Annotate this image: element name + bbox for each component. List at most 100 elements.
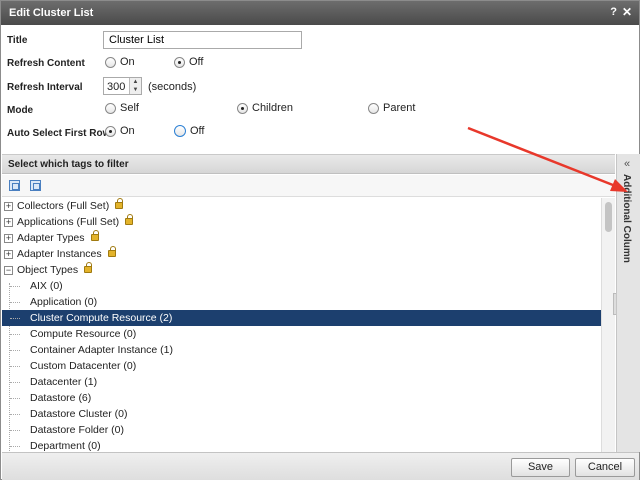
dialog-titlebar: Edit Cluster List ? ✕ <box>1 1 639 25</box>
refresh-content-off-radio[interactable]: Off <box>174 56 203 68</box>
lock-icon <box>115 198 123 209</box>
tree-connector <box>10 334 20 335</box>
radio-icon <box>105 102 116 114</box>
tree-row-label: Adapter Instances <box>17 248 102 260</box>
mode-children-radio[interactable]: Children <box>237 102 293 114</box>
lock-icon <box>91 230 99 241</box>
tag-tree[interactable]: + Collectors (Full Set) + Applications (Ful… <box>2 198 601 452</box>
save-button[interactable]: Save <box>511 458 570 477</box>
radio-label: Off <box>189 56 204 68</box>
radio-selected-icon <box>237 102 248 114</box>
tree-connector <box>10 414 20 415</box>
additional-column-label: Additional Column <box>621 174 632 263</box>
refresh-interval-stepper[interactable]: 300 ▲ ▼ <box>103 77 142 95</box>
radio-label: Off <box>190 125 205 137</box>
auto-select-off-radio[interactable]: Off <box>174 125 204 137</box>
expand-icon[interactable]: + <box>4 202 13 211</box>
refresh-content-label: Refresh Content <box>7 58 85 69</box>
tree-connector <box>10 318 20 319</box>
tree-row[interactable]: + Collectors (Full Set) <box>2 198 601 214</box>
auto-select-label: Auto Select First Row <box>7 128 111 139</box>
mode-self-radio[interactable]: Self <box>105 102 139 114</box>
collapse-all-icon[interactable] <box>30 180 41 191</box>
tree-row-label: Collectors (Full Set) <box>17 200 110 212</box>
tree-row-label: Datacenter (1) <box>30 376 98 388</box>
auto-select-on-radio[interactable]: On <box>105 125 135 137</box>
tree-row[interactable]: Datastore Folder (0) <box>2 422 601 438</box>
tree-row-label: Object Types <box>17 264 79 276</box>
refresh-interval-value: 300 <box>107 81 126 93</box>
tree-scrollbar[interactable] <box>601 198 615 452</box>
tree-connector <box>10 430 20 431</box>
tree-connector <box>10 398 20 399</box>
tree-row[interactable]: Compute Resource (0) <box>2 326 601 342</box>
tree-row[interactable]: Cluster Compute Resource (2) <box>2 310 601 326</box>
refresh-interval-unit: (seconds) <box>148 81 197 93</box>
collapse-icon[interactable]: − <box>4 266 13 275</box>
radio-label: Self <box>120 102 139 114</box>
tree-row-label: Datastore (6) <box>30 392 92 404</box>
radio-selected-icon <box>174 56 185 68</box>
cancel-button[interactable]: Cancel <box>575 458 635 477</box>
radio-label: On <box>120 56 135 68</box>
scrollbar-thumb[interactable] <box>605 202 612 232</box>
tags-section-header: Select which tags to filter <box>2 154 615 174</box>
edit-cluster-list-dialog: Edit Cluster List ? ✕ Title Refresh Cont… <box>0 0 640 480</box>
close-icon[interactable]: ✕ <box>622 5 632 19</box>
radio-label: On <box>120 125 135 137</box>
tree-row-label: Applications (Full Set) <box>17 216 120 228</box>
additional-column-panel[interactable]: « Additional Column <box>616 154 640 452</box>
tree-row-label: Department (0) <box>30 440 101 452</box>
tree-row-label: Custom Datacenter (0) <box>30 360 137 372</box>
stepper-buttons[interactable]: ▲ ▼ <box>129 78 141 94</box>
mode-label: Mode <box>7 105 34 116</box>
title-label: Title <box>7 35 28 46</box>
tree-row[interactable]: − Object Types <box>2 262 601 278</box>
tree-row[interactable]: Datastore Cluster (0) <box>2 406 601 422</box>
tree-connector <box>10 446 20 447</box>
radio-selected-icon <box>105 125 116 137</box>
radio-icon <box>174 125 186 137</box>
title-input[interactable] <box>103 31 302 49</box>
tree-row[interactable]: Application (0) <box>2 294 601 310</box>
lock-icon <box>125 214 133 225</box>
radio-icon <box>368 102 379 114</box>
expand-icon[interactable]: + <box>4 218 13 227</box>
help-icon[interactable]: ? <box>610 6 617 18</box>
tree-row[interactable]: Department (0) <box>2 438 601 452</box>
tree-row-label: Application (0) <box>30 296 98 308</box>
tree-row-label: Compute Resource (0) <box>30 328 137 340</box>
radio-label: Children <box>252 102 293 114</box>
tree-row-label: Adapter Types <box>17 232 85 244</box>
tree-row[interactable]: + Adapter Instances <box>2 246 601 262</box>
tree-row[interactable]: Datastore (6) <box>2 390 601 406</box>
tree-row[interactable]: + Applications (Full Set) <box>2 214 601 230</box>
tree-connector <box>10 366 20 367</box>
refresh-content-on-radio[interactable]: On <box>105 56 135 68</box>
tree-row-label: Container Adapter Instance (1) <box>30 344 174 356</box>
tree-row[interactable]: AIX (0) <box>2 278 601 294</box>
radio-icon <box>105 56 116 68</box>
dialog-footer: Save Cancel <box>2 452 639 480</box>
dialog-title: Edit Cluster List <box>9 7 94 19</box>
expand-all-icon[interactable] <box>9 180 20 191</box>
lock-icon <box>108 246 116 257</box>
mode-parent-radio[interactable]: Parent <box>368 102 415 114</box>
tree-connector <box>10 382 20 383</box>
tree-connector <box>10 350 20 351</box>
tree-row-label: Cluster Compute Resource (2) <box>30 312 173 324</box>
expand-icon[interactable]: + <box>4 250 13 259</box>
tree-row[interactable]: Container Adapter Instance (1) <box>2 342 601 358</box>
tags-toolbar <box>2 175 615 197</box>
tree-row[interactable]: + Adapter Types <box>2 230 601 246</box>
lock-icon <box>84 262 92 273</box>
tree-row-label: AIX (0) <box>30 280 63 292</box>
expand-icon[interactable]: + <box>4 234 13 243</box>
tree-connector <box>10 286 20 287</box>
tree-row[interactable]: Custom Datacenter (0) <box>2 358 601 374</box>
expand-panel-icon[interactable]: « <box>624 158 630 170</box>
radio-label: Parent <box>383 102 416 114</box>
refresh-interval-label: Refresh Interval <box>7 82 83 93</box>
tree-row-label: Datastore Folder (0) <box>30 424 124 436</box>
tree-row[interactable]: Datacenter (1) <box>2 374 601 390</box>
